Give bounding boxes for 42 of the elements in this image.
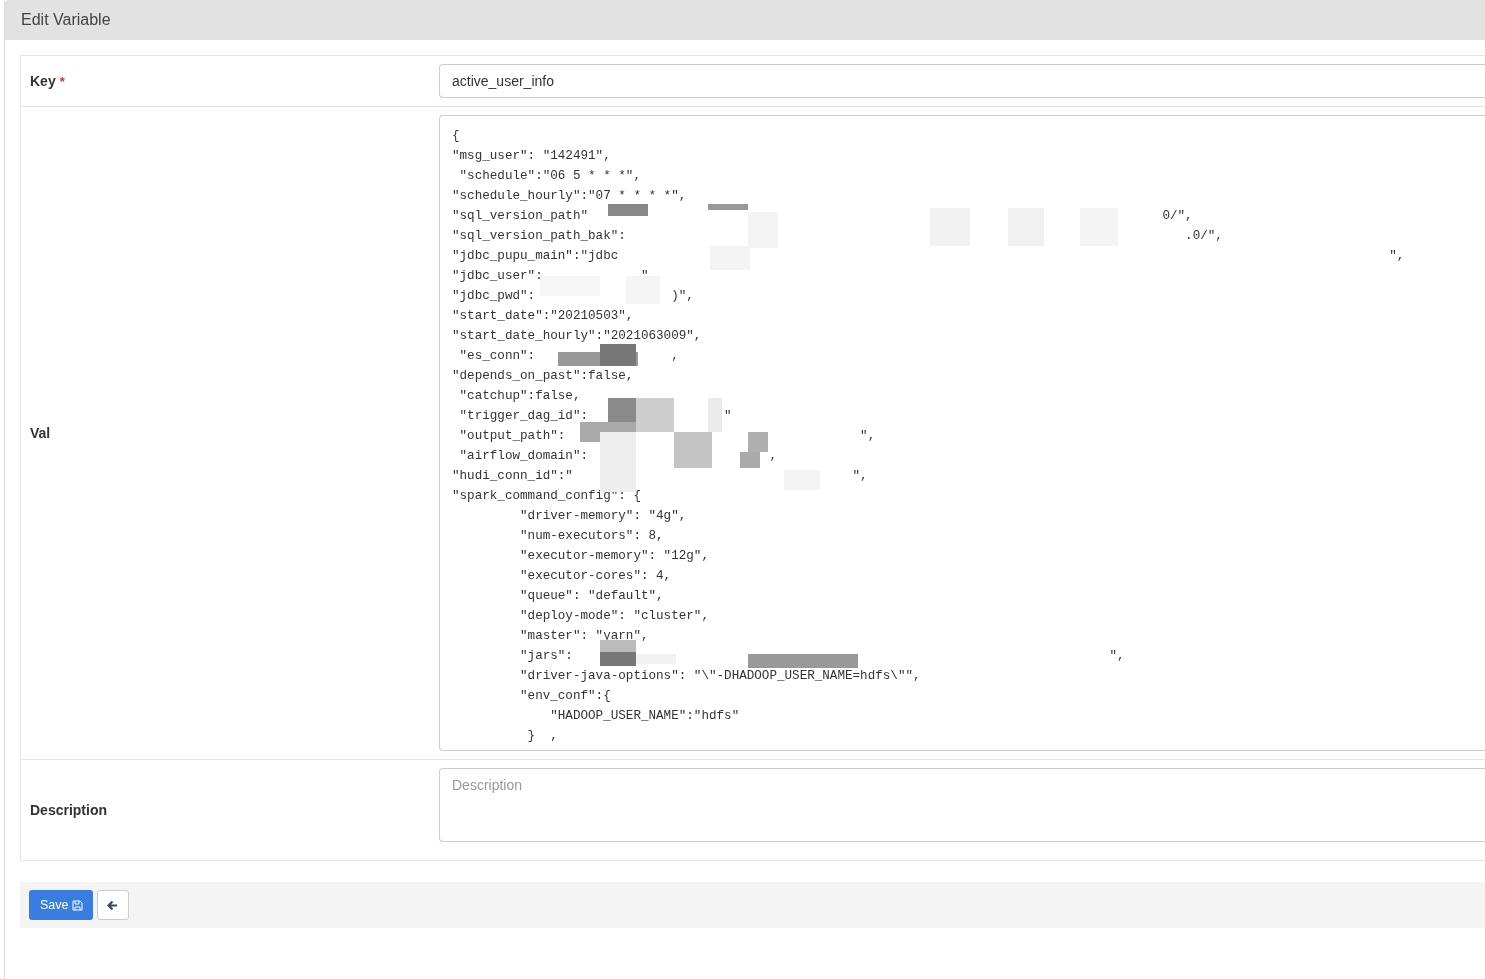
code-line: "num-executors": 8, — [519, 528, 665, 545]
code-line: "start_date_hourly":"2021063009", — [452, 328, 703, 345]
code-line: "output_path": ", — [458, 428, 877, 445]
field-label: Description — [30, 802, 107, 818]
code-line: "start_date":"20210503", — [452, 308, 635, 325]
panel-title: Edit Variable — [21, 11, 111, 29]
key-field[interactable]: active_user_info — [439, 64, 1485, 98]
floppy-icon — [71, 899, 83, 911]
code-line: "executor-cores": 4, — [519, 568, 673, 585]
code-line: "spark_command_config": { — [452, 488, 642, 505]
field-label: Key — [30, 73, 56, 89]
code-line: "driver-memory": "4g", — [519, 508, 688, 525]
code-line: "queue": "default", — [519, 588, 665, 605]
save-button[interactable]: Save — [29, 890, 93, 920]
code-line: "catchup":false, — [458, 388, 582, 405]
code-line: "executor-memory": "12g", — [519, 548, 710, 565]
field-label: Val — [30, 425, 51, 441]
code-line: "jars": ", — [519, 648, 1126, 665]
value-field[interactable] — [439, 115, 1485, 751]
code-line: "env_conf":{ — [519, 688, 612, 705]
code-line: "schedule":"06 5 * * *", — [458, 168, 642, 185]
code-line: "driver-java-options": "\"-DHADOOP_USER_NAME=hdfs\"", — [519, 668, 922, 685]
description-field[interactable]: Description — [439, 768, 1485, 842]
back-button[interactable] — [96, 890, 129, 920]
code-line: "msg_user": "142491", — [452, 148, 612, 165]
code-line: { — [452, 128, 461, 145]
code-line: "es_conn": , — [458, 348, 680, 365]
code-line: "depends_on_past":false, — [452, 368, 635, 385]
arrow-left-icon — [107, 899, 118, 911]
code-line: "sql_version_path" 0/", — [452, 208, 1194, 225]
required-mark: * — [59, 73, 65, 89]
code-line: "jdbc_pwd": )", — [452, 288, 695, 305]
code-line: "hudi_conn_id":" ", — [452, 468, 869, 485]
code-line: "schedule_hourly":"07 * * * *", — [452, 188, 688, 205]
code-line: "sql_version_path_bak": .0/", — [452, 228, 1224, 245]
code-line: "HADOOP_USER_NAME":"hdfs" — [549, 708, 741, 725]
code-line: "deploy-mode": "cluster", — [519, 608, 710, 625]
code-line: } , — [526, 728, 559, 745]
code-line: "airflow_domain": , — [458, 448, 778, 465]
code-line: "master": "yarn", — [519, 628, 650, 645]
code-line: "trigger_dag_id": " — [458, 408, 733, 425]
code-line: "jdbc_pupu_main":"jdbc ", — [452, 248, 1406, 265]
